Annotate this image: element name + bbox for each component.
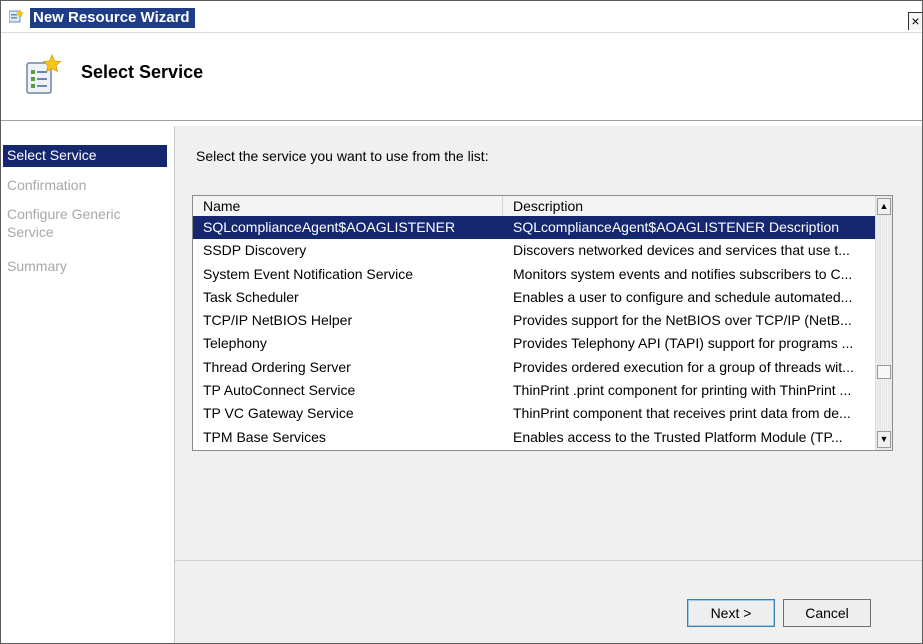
row-description: Monitors system events and notifies subs… (513, 265, 853, 282)
column-header-description[interactable]: Description (503, 196, 876, 216)
column-header-name[interactable]: Name (193, 196, 503, 216)
scroll-down-icon[interactable]: ▼ (877, 431, 891, 448)
list-row[interactable]: Thread Ordering Server Provides ordered … (193, 356, 876, 379)
list-row[interactable]: System Event Notification Service Monito… (193, 263, 876, 286)
list-row[interactable]: SQLcomplianceAgent$AOAGLISTENER SQLcompl… (193, 216, 876, 240)
wizard-icon (22, 53, 62, 96)
instruction-text: Select the service you want to use from … (196, 148, 489, 164)
wizard-header: Select Service (1, 33, 922, 121)
row-name: TPM Base Services (203, 428, 326, 445)
row-description: Provides support for the NetBIOS over TC… (513, 312, 852, 329)
list-row[interactable]: TCP/IP NetBIOS Helper Provides support f… (193, 309, 876, 332)
row-name: SQLcomplianceAgent$AOAGLISTENER (203, 219, 456, 235)
list-row[interactable]: Telephony Provides Telephony API (TAPI) … (193, 332, 876, 355)
row-description: ThinPrint .print component for printing … (513, 382, 852, 399)
row-description: Provides Telephony API (TAPI) support fo… (513, 335, 854, 352)
list-row[interactable]: Task Scheduler Enables a user to configu… (193, 286, 876, 309)
row-name: SSDP Discovery (203, 242, 307, 259)
nav-step-select-service[interactable]: Select Service (3, 145, 167, 167)
close-icon[interactable]: × (908, 12, 922, 30)
scroll-thumb[interactable] (877, 365, 891, 379)
row-name: TP VC Gateway Service (203, 405, 354, 422)
wizard-steps-nav: Select Service Confirmation Configure Ge… (1, 126, 173, 643)
list-row[interactable]: TP VC Gateway Service ThinPrint componen… (193, 402, 876, 425)
nav-step-summary[interactable]: Summary (3, 256, 67, 278)
page-title: Select Service (81, 62, 204, 82)
main-panel: Select the service you want to use from … (174, 126, 922, 643)
scroll-track[interactable] (880, 216, 888, 430)
list-header: Name Description (193, 196, 876, 217)
list-rows: SQLcomplianceAgent$AOAGLISTENER SQLcompl… (193, 216, 876, 449)
list-row[interactable]: SSDP Discovery Discovers networked devic… (193, 239, 876, 262)
row-name: System Event Notification Service (203, 265, 414, 282)
cancel-button[interactable]: Cancel (783, 599, 871, 627)
window-icon (8, 9, 24, 23)
row-description: Enables access to the Trusted Platform M… (513, 428, 843, 445)
service-list[interactable]: Name Description SQLcomplianceAgent$AOAG… (192, 195, 893, 451)
title-bar: New Resource Wizard × (1, 1, 922, 33)
list-row[interactable]: TPM Base Services Enables access to the … (193, 426, 876, 449)
row-description: Provides ordered execution for a group o… (513, 358, 854, 375)
nav-step-configure-generic-service[interactable]: Configure Generic Service (3, 205, 121, 245)
row-name: Task Scheduler (203, 288, 299, 305)
row-name: TP AutoConnect Service (203, 382, 356, 399)
nav-step-confirmation[interactable]: Confirmation (3, 175, 86, 197)
window-title: New Resource Wizard (30, 8, 195, 28)
button-bar: Next > Cancel (175, 560, 922, 643)
row-name: Telephony (203, 335, 267, 352)
list-row[interactable]: TP AutoConnect Service ThinPrint .print … (193, 379, 876, 402)
row-description: SQLcomplianceAgent$AOAGLISTENER Descript… (513, 219, 840, 235)
wizard-window: New Resource Wizard × Select Service Sel… (0, 0, 923, 644)
next-button[interactable]: Next > (687, 599, 775, 627)
row-name: Thread Ordering Server (203, 358, 351, 375)
vertical-scrollbar[interactable]: ▲ ▼ (875, 196, 892, 450)
scroll-up-icon[interactable]: ▲ (877, 198, 891, 215)
row-name: TCP/IP NetBIOS Helper (203, 312, 353, 329)
row-description: ThinPrint component that receives print … (513, 405, 851, 422)
row-description: Discovers networked devices and services… (513, 242, 850, 259)
row-description: Enables a user to configure and schedule… (513, 288, 853, 305)
